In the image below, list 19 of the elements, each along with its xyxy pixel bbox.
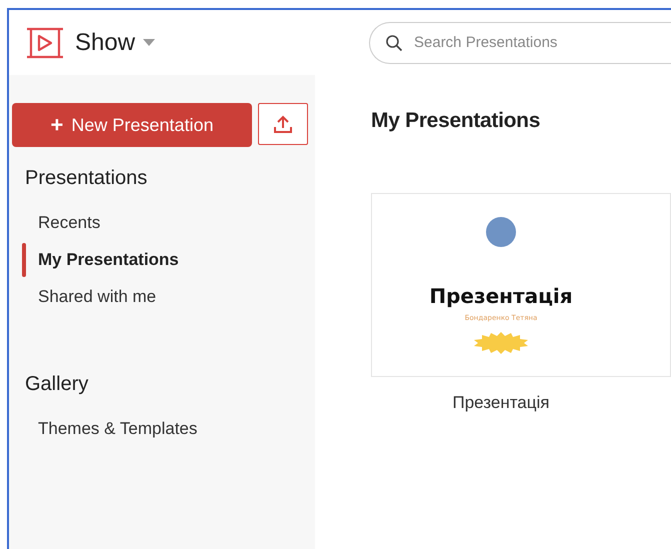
- new-presentation-button[interactable]: + New Presentation: [12, 103, 252, 147]
- logo-icon: [25, 26, 65, 58]
- search-field[interactable]: Search Presentations: [369, 22, 671, 64]
- dropdown-caret-icon[interactable]: [143, 38, 156, 46]
- page-title: My Presentations: [371, 109, 542, 133]
- slide-title: Презентація: [429, 284, 573, 308]
- upload-button[interactable]: [258, 103, 308, 145]
- search-icon: [385, 34, 403, 52]
- file-name[interactable]: Презентація: [452, 393, 550, 413]
- circle-shape: [485, 216, 517, 248]
- sidebar-item[interactable]: Themes & Templates: [38, 416, 198, 440]
- section-heading: Gallery: [24, 373, 90, 396]
- app-name[interactable]: Show: [75, 28, 136, 56]
- sidebar-item[interactable]: Recents: [38, 210, 100, 234]
- section-heading: Presentations: [24, 167, 148, 190]
- sidebar-item[interactable]: Shared with me: [38, 284, 156, 308]
- sidebar-item[interactable]: My Presentations: [38, 248, 179, 272]
- upload-icon: [273, 114, 293, 134]
- starburst-shape: [473, 332, 529, 354]
